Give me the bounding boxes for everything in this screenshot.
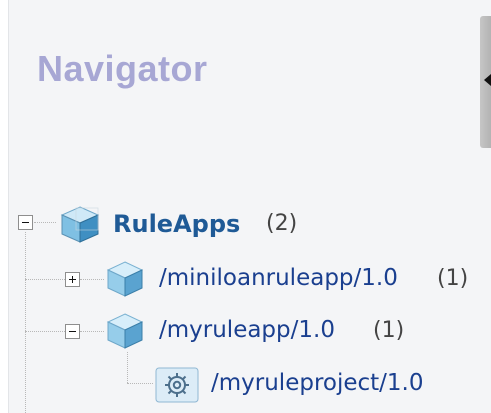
collapse-toggle-myruleapp[interactable] <box>65 324 80 339</box>
tree-connector <box>25 279 65 280</box>
tree-node-myruleproject[interactable]: /myruleproject/1.0 <box>211 370 424 396</box>
tree-connector <box>80 331 104 332</box>
cube-icon <box>106 261 144 297</box>
tree-connector <box>127 352 128 383</box>
tree-connector <box>80 279 104 280</box>
tree-node-myruleapp[interactable]: /myruleapp/1.0 <box>159 317 335 343</box>
collapse-toggle-ruleapps[interactable] <box>18 215 33 230</box>
tree-node-miniloanruleapp[interactable]: /miniloanruleapp/1.0 <box>159 265 398 291</box>
node-count: (1) <box>373 318 405 343</box>
cube-icon <box>106 313 144 349</box>
cube-icon <box>60 206 100 243</box>
tree-connector <box>25 331 65 332</box>
tree-connector <box>127 383 153 384</box>
tree-node-ruleapps[interactable]: RuleApps <box>113 210 240 238</box>
node-count: (1) <box>437 266 469 291</box>
expand-toggle-miniloanruleapp[interactable] <box>65 272 80 287</box>
tree-connector <box>25 232 26 413</box>
gear-icon <box>155 367 199 403</box>
tree-connector <box>34 222 56 223</box>
node-count: (2) <box>266 211 298 236</box>
ruleapp-tree: RuleApps (2) /miniloanruleapp/1.0 (1) /m… <box>0 0 491 413</box>
